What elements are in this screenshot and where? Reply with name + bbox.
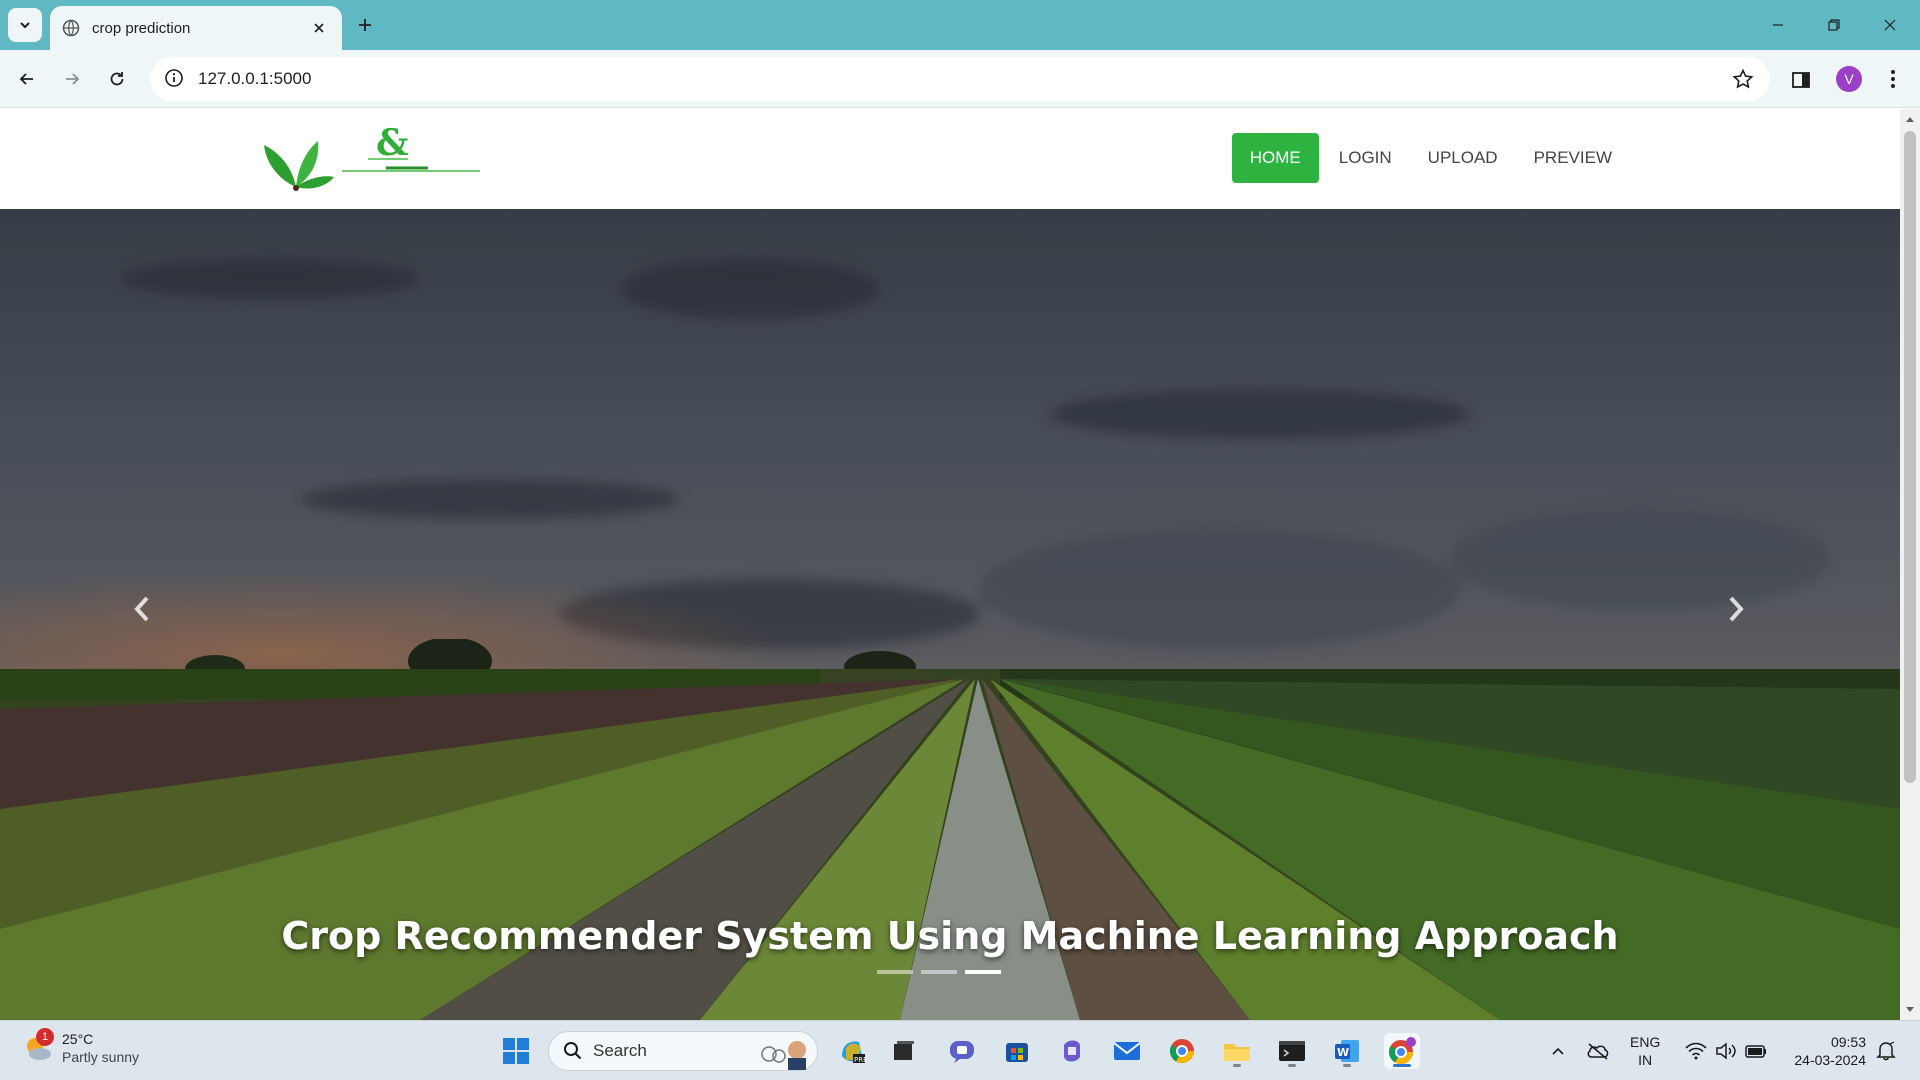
nav-login[interactable]: LOGIN [1321, 133, 1410, 183]
carousel-prev-button[interactable] [122, 589, 162, 629]
hero-carousel: Crop Recommender System Using Machine Le… [0, 209, 1900, 1020]
site-header: & HOME LOGIN UPLOAD PREVIEW [0, 109, 1900, 209]
carousel-indicator-3[interactable] [965, 970, 1001, 974]
carousel-indicators [877, 970, 1001, 974]
chevron-down-icon [20, 22, 30, 29]
site-info-icon[interactable] [164, 68, 186, 90]
page-scrollbar[interactable] [1900, 109, 1920, 1020]
region-code: IN [1638, 1052, 1653, 1068]
terminal-icon[interactable] [1274, 1033, 1310, 1069]
arrow-left-icon [19, 73, 33, 85]
start-button[interactable] [498, 1033, 534, 1069]
carousel-next-button[interactable] [1716, 589, 1756, 629]
chrome-icon[interactable] [1164, 1033, 1200, 1069]
restore-button[interactable] [1814, 8, 1854, 42]
partly-sunny-icon: 1 [22, 1028, 54, 1064]
chrome-profile-active-icon[interactable] [1384, 1033, 1420, 1069]
volume-icon[interactable] [1712, 1033, 1740, 1069]
chevron-right-icon [1729, 596, 1744, 622]
show-hidden-icons-button[interactable] [1544, 1033, 1572, 1069]
clock-time: 09:53 [1830, 1034, 1866, 1050]
weather-widget[interactable]: 1 25°C Partly sunny [22, 1028, 140, 1066]
notifications-icon[interactable] [1872, 1033, 1900, 1069]
system-clock[interactable]: 09:53 24-03-2024 [1786, 1033, 1866, 1069]
file-explorer-icon[interactable] [1219, 1033, 1255, 1069]
carousel-indicator-2[interactable] [921, 970, 957, 974]
windows-logo-icon [503, 1038, 529, 1064]
hero-caption: Crop Recommender System Using Machine Le… [281, 914, 1619, 958]
scroll-down-icon[interactable] [1904, 1004, 1916, 1016]
chevron-left-icon [134, 596, 149, 622]
copilot-icon[interactable] [1054, 1033, 1090, 1069]
minimize-button[interactable] [1758, 8, 1798, 42]
close-window-button[interactable] [1870, 8, 1910, 42]
search-icon [564, 1042, 582, 1060]
new-tab-button[interactable] [352, 12, 378, 38]
copilot-taskbar-icon[interactable]: PRE [834, 1033, 870, 1069]
onedrive-offline-icon[interactable] [1584, 1033, 1612, 1069]
scroll-up-icon[interactable] [1904, 113, 1916, 125]
plus-icon [359, 19, 371, 31]
tab-title: crop prediction [92, 19, 191, 37]
task-view-icon[interactable] [886, 1033, 922, 1069]
nav-preview[interactable]: PREVIEW [1516, 133, 1630, 183]
reload-button[interactable] [100, 62, 134, 96]
scrollbar-thumb[interactable] [1904, 131, 1916, 783]
restore-icon [1828, 19, 1840, 31]
carousel-indicator-1[interactable] [877, 970, 913, 974]
address-bar[interactable]: 127.0.0.1:5000 [150, 57, 1770, 101]
taskbar-search-label: Search [593, 1041, 647, 1060]
svg-text:PRE: PRE [854, 1056, 867, 1064]
word-icon[interactable]: W [1329, 1033, 1365, 1069]
tab-search-button[interactable] [8, 8, 42, 42]
teams-chat-icon[interactable] [944, 1033, 980, 1069]
globe-icon [62, 19, 80, 37]
wifi-icon[interactable] [1682, 1033, 1710, 1069]
arrow-right-icon [66, 73, 80, 85]
nav-home[interactable]: HOME [1231, 133, 1319, 183]
close-icon [1884, 19, 1896, 31]
weather-badge: 1 [36, 1028, 54, 1046]
close-tab-icon[interactable] [308, 17, 330, 39]
forward-button[interactable] [55, 62, 89, 96]
mail-icon[interactable] [1109, 1033, 1145, 1069]
weather-condition: Partly sunny [62, 1049, 140, 1065]
site-logo[interactable]: & [258, 119, 484, 199]
microsoft-store-icon[interactable] [999, 1033, 1035, 1069]
svg-text:&: & [376, 122, 409, 164]
weather-temperature: 25°C [62, 1031, 94, 1047]
web-page: & HOME LOGIN UPLOAD PREVIEW Crop Recomme… [0, 109, 1900, 1020]
reload-icon [110, 72, 124, 86]
windows-taskbar: 1 25°C Partly sunny Search PRE W ENG IN … [0, 1020, 1920, 1080]
svg-text:W: W [1337, 1046, 1349, 1059]
browser-titlebar: crop prediction [0, 0, 1920, 50]
back-button[interactable] [10, 62, 44, 96]
language-code: ENG [1630, 1034, 1661, 1050]
chevron-up-icon [1552, 1047, 1564, 1055]
profile-avatar[interactable]: V [1836, 66, 1862, 92]
side-panel-button[interactable] [1788, 67, 1814, 93]
taskbar-search[interactable]: Search [548, 1031, 818, 1071]
more-vertical-icon [1891, 70, 1895, 88]
bookmark-star-icon[interactable] [1732, 68, 1754, 90]
browser-tab-active[interactable]: crop prediction [50, 6, 342, 50]
browser-menu-button[interactable] [1880, 66, 1906, 92]
url-text: 127.0.0.1:5000 [198, 69, 312, 88]
battery-icon[interactable] [1742, 1033, 1770, 1069]
clock-date: 24-03-2024 [1794, 1052, 1866, 1068]
side-panel-icon [1792, 72, 1810, 88]
main-nav: HOME LOGIN UPLOAD PREVIEW [1231, 133, 1630, 183]
browser-toolbar: 127.0.0.1:5000 V [0, 50, 1920, 108]
language-indicator[interactable]: ENG IN [1630, 1033, 1660, 1069]
minimize-icon [1773, 24, 1783, 26]
search-highlight-icon [761, 1041, 806, 1070]
nav-upload[interactable]: UPLOAD [1410, 133, 1516, 183]
